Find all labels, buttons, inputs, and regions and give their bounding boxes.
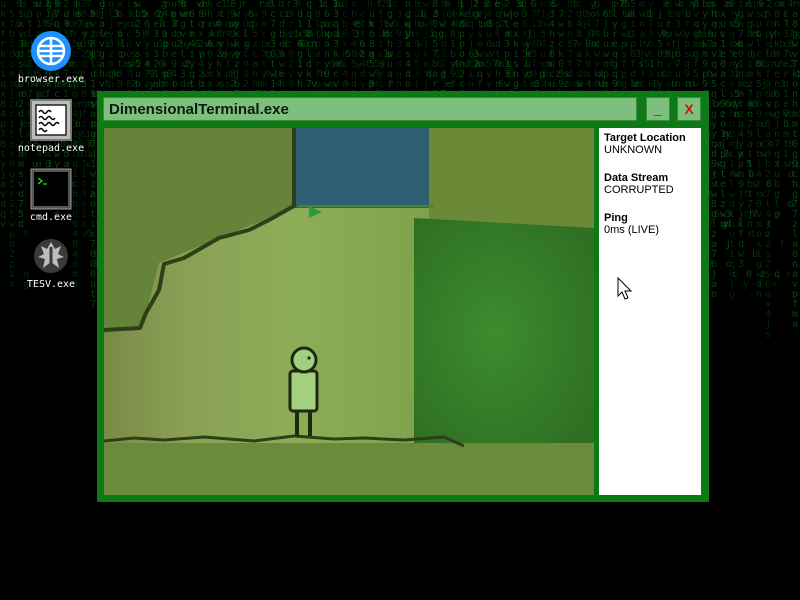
dimension-viewport[interactable] (104, 128, 594, 495)
desktop-icon-browser[interactable]: browser.exe (15, 30, 87, 85)
scene-graphic (104, 128, 594, 495)
info-panel: Target Location UNKNOWN Data Stream CORR… (599, 128, 701, 495)
minimize-button[interactable]: _ (646, 97, 670, 121)
data-stream-label: Data Stream (604, 172, 669, 184)
data-stream-block: Data Stream CORRUPTED (604, 172, 696, 196)
target-location-value: UNKNOWN (604, 144, 663, 156)
ping-label: Ping (604, 212, 628, 224)
notepad-icon (30, 99, 72, 141)
window-title: DimensionalTerminal.exe (109, 101, 289, 118)
data-stream-value: CORRUPTED (604, 184, 674, 196)
terminal-icon (30, 168, 72, 210)
globe-icon (30, 30, 72, 72)
desktop-icon-tesv[interactable]: TESV.exe (15, 235, 87, 290)
ping-block: Ping 0ms (LIVE) (604, 212, 696, 236)
desktop-icon-label: cmd.exe (29, 212, 73, 223)
skyrim-dragon-icon (30, 235, 72, 277)
target-location-block: Target Location UNKNOWN (604, 132, 696, 156)
desktop-icon-label: TESV.exe (26, 279, 76, 290)
desktop-icon-label: browser.exe (17, 74, 85, 85)
close-button[interactable]: X (677, 97, 701, 121)
desktop-icon-notepad[interactable]: notepad.exe (15, 99, 87, 154)
target-location-label: Target Location (604, 132, 686, 144)
title-bar[interactable]: DimensionalTerminal.exe (103, 97, 637, 121)
desktop-icon-cmd[interactable]: cmd.exe (15, 168, 87, 223)
desktop-icon-label: notepad.exe (17, 143, 85, 154)
ping-value: 0ms (LIVE) (604, 224, 660, 236)
mouse-cursor-icon (617, 277, 633, 300)
